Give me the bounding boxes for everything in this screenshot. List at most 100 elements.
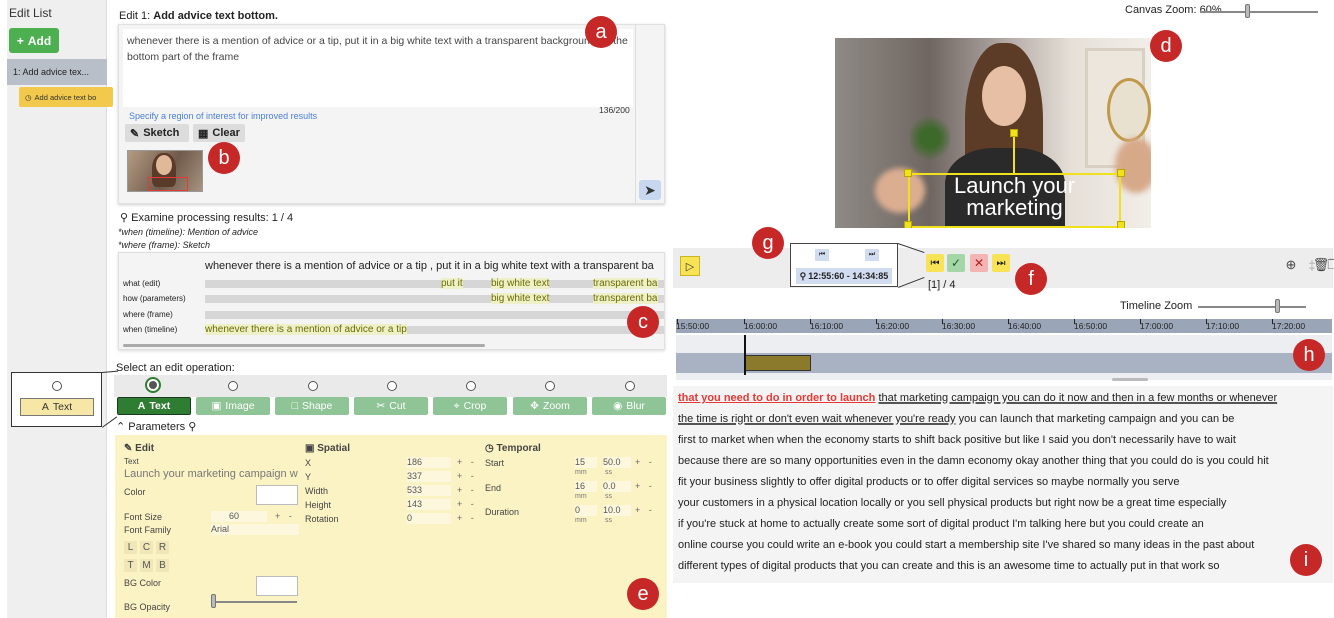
font-size-input[interactable]: 60 [211, 511, 267, 522]
y-stepper[interactable]: + - [457, 471, 477, 481]
callout-e: e [627, 578, 659, 610]
bg-opacity-slider[interactable] [213, 601, 297, 603]
timeline-ruler[interactable]: 15:50:00 16:00:00 16:10:00 16:20:00 16:3… [676, 319, 1332, 333]
start-ss-input[interactable]: 50.0 [603, 457, 631, 468]
parameters-heading[interactable]: ⌃ Parameters ⚲ [116, 420, 196, 433]
selected-phrase[interactable]: the time is right or don't even wait whe… [678, 413, 956, 425]
matched-phrase[interactable]: that you need to do in order to launch [678, 392, 875, 404]
align-left-button[interactable]: L [124, 541, 137, 554]
clear-button[interactable]: ▦ Clear [193, 124, 245, 142]
bg-color-swatch[interactable] [256, 576, 298, 596]
duration-label: Duration [485, 507, 520, 517]
examine-title-text: Examine processing results: 1 / 4 [131, 212, 294, 224]
duration-mm-input[interactable]: 0 [575, 505, 597, 516]
transcript-line[interactable]: first to market when when the economy st… [678, 434, 1236, 446]
rotation-stepper[interactable]: + - [457, 513, 477, 523]
align-top-button[interactable]: T [124, 559, 137, 572]
prompt-card: whenever there is a mention of advice or… [118, 24, 665, 204]
width-label: Width [305, 486, 329, 496]
transcript-line[interactable]: because there are so many opportunities … [678, 455, 1269, 467]
transcript-line[interactable]: the time is right or don't even wait whe… [678, 413, 1234, 425]
op-image-button[interactable]: ▣ Image [196, 397, 270, 415]
canvas-zoom-knob[interactable] [1245, 4, 1250, 18]
accept-button[interactable]: ✓ [947, 254, 965, 272]
op-zoom-button[interactable]: ✥ Zoom [513, 397, 587, 415]
text-value-input[interactable]: Launch your marketing campaign w [124, 468, 298, 480]
timeline-resize-handle[interactable] [1112, 378, 1148, 381]
width-stepper[interactable]: + - [457, 485, 477, 495]
resize-handle-bl[interactable] [904, 221, 912, 228]
bg-opacity-knob[interactable] [211, 594, 216, 608]
align-bottom-button[interactable]: B [156, 559, 169, 572]
font-size-stepper[interactable]: + - [275, 511, 295, 521]
color-swatch[interactable] [256, 485, 298, 505]
duration-ss-input[interactable]: 10.0 [603, 505, 631, 516]
height-input[interactable]: 143 [407, 499, 451, 510]
radio-shape[interactable] [308, 381, 318, 391]
rotation-handle[interactable] [1010, 129, 1018, 137]
start-mm-input[interactable]: 15 [575, 457, 597, 468]
timeline-zoom-label: Timeline Zoom [1120, 300, 1193, 312]
add-circle-icon[interactable]: ⊕ [1282, 256, 1300, 274]
align-center-button[interactable]: C [140, 541, 153, 554]
op-text-button[interactable]: A Text [117, 397, 191, 415]
end-ss-input[interactable]: 0.0 [603, 481, 631, 492]
transcript-line[interactable]: online course you could write an e-book … [678, 539, 1254, 551]
timeline-zoom-knob[interactable] [1275, 299, 1280, 313]
what-token: put it [441, 278, 463, 289]
resize-handle-br[interactable] [1117, 221, 1125, 228]
prompt-textarea[interactable]: whenever there is a mention of advice or… [123, 29, 633, 107]
duration-stepper[interactable]: + - [635, 505, 655, 515]
transcript-line[interactable]: your customers in a physical location lo… [678, 497, 1226, 509]
transcript-line[interactable]: if you're stuck at home to actually crea… [678, 518, 1204, 530]
edit-list-item[interactable]: 1: Add advice tex... [7, 59, 107, 85]
timeline-clip[interactable] [745, 355, 811, 371]
end-stepper[interactable]: + - [635, 481, 655, 491]
add-edit-button[interactable]: + Add [9, 28, 59, 53]
op-cut-button[interactable]: ✂ Cut [354, 397, 428, 415]
edit-operation-chip[interactable]: ◷ Add advice text bo [19, 87, 113, 107]
op-label: Shape [301, 400, 333, 412]
canvas-zoom-slider[interactable] [1200, 11, 1318, 13]
font-family-select[interactable]: Arial [211, 524, 299, 535]
y-input[interactable]: 337 [407, 471, 451, 482]
transcript-line[interactable]: fit your business slightly to offer digi… [678, 476, 1180, 488]
tick-label: 16:50:00 [1074, 321, 1108, 331]
results-scrollbar[interactable] [123, 344, 485, 347]
transcript-line[interactable]: different types of digital products that… [678, 560, 1220, 572]
timeline-zoom-slider[interactable] [1198, 306, 1306, 308]
transcript-line[interactable]: that you need to do in order to launch t… [678, 392, 1277, 404]
align-middle-button[interactable]: M [140, 559, 153, 572]
radio-blur[interactable] [625, 381, 635, 391]
rotation-input[interactable]: 0 [407, 513, 451, 524]
width-input[interactable]: 533 [407, 485, 451, 496]
x-stepper[interactable]: + - [457, 457, 477, 467]
radio-text[interactable] [145, 377, 161, 393]
radio-image[interactable] [228, 381, 238, 391]
next-result-button[interactable]: ⏭ [992, 254, 1010, 272]
radio-crop[interactable] [466, 381, 476, 391]
video-canvas[interactable]: Launch your marketing [835, 38, 1151, 228]
align-right-button[interactable]: R [156, 541, 169, 554]
trash-icon[interactable]: 🗑 [1312, 256, 1330, 274]
height-stepper[interactable]: + - [457, 499, 477, 509]
prev-result-button[interactable]: ⏮ [926, 254, 944, 272]
play-button[interactable]: ▷ [680, 256, 700, 276]
op-shape-button[interactable]: □ Shape [275, 397, 349, 415]
sketch-thumbnail[interactable] [127, 150, 203, 192]
radio-zoom[interactable] [545, 381, 555, 391]
duration-mm-unit: mm [575, 517, 587, 524]
x-input[interactable]: 186 [407, 457, 451, 468]
op-crop-button[interactable]: ⌖ Crop [433, 397, 507, 415]
timeline-track[interactable] [676, 335, 1332, 380]
op-label: Text [149, 400, 171, 412]
end-mm-input[interactable]: 16 [575, 481, 597, 492]
edit-heading-title: Add advice text bottom. [153, 10, 278, 22]
start-stepper[interactable]: + - [635, 457, 655, 467]
sketch-button[interactable]: ✎ Sketch [125, 124, 189, 142]
send-button[interactable]: ➤ [639, 180, 661, 200]
op-blur-button[interactable]: ◉ Blur [592, 397, 666, 415]
radio-cut[interactable] [387, 381, 397, 391]
reject-button[interactable]: ✕ [970, 254, 988, 272]
playhead[interactable] [744, 335, 746, 375]
